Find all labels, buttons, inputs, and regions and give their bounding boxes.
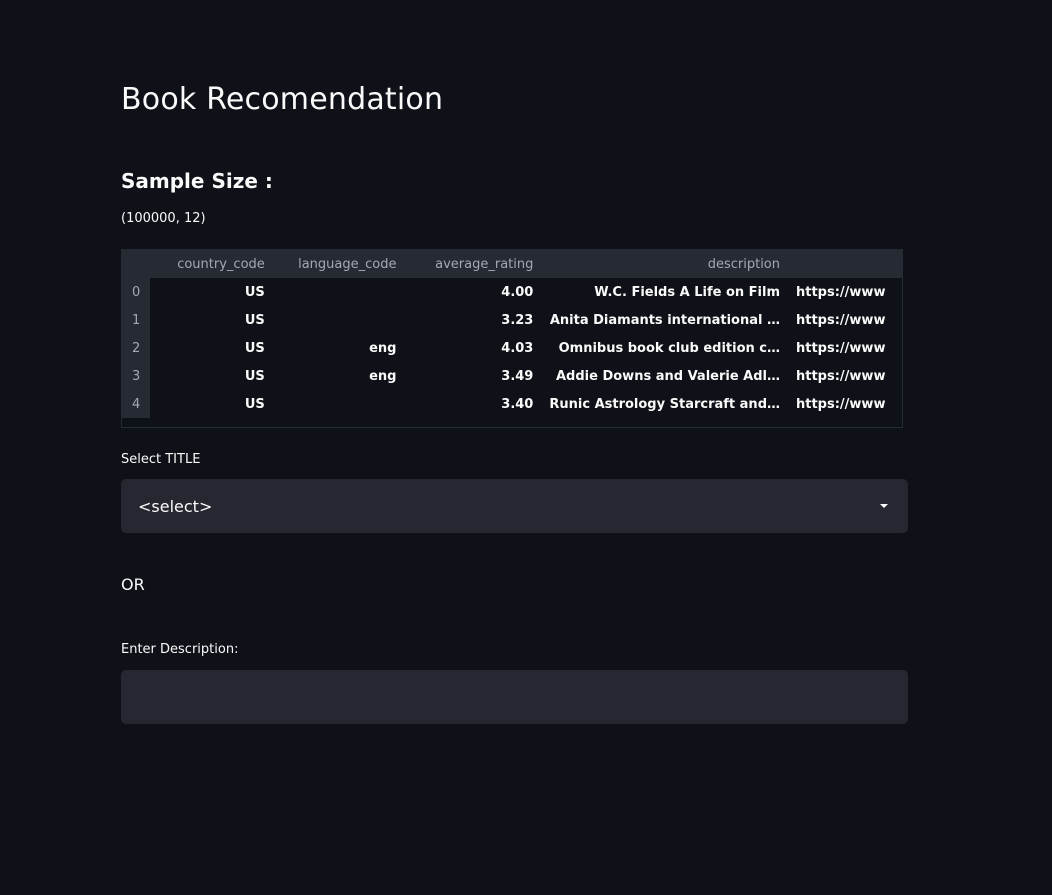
column-header-average-rating[interactable]: average_rating <box>404 250 542 278</box>
table-row: 2 US eng 4.03 Omnibus book club edition … <box>122 334 902 362</box>
table-row: 0 US 4.00 W.C. Fields A Life on Film htt… <box>122 278 902 306</box>
cell-average-rating[interactable]: 3.40 <box>404 390 541 418</box>
cell-country-code[interactable]: US <box>150 334 273 362</box>
table-header-row: country_code language_code average_ratin… <box>122 250 902 278</box>
dataframe-table[interactable]: country_code language_code average_ratin… <box>121 249 903 428</box>
cell-language-code[interactable] <box>273 306 405 334</box>
cell-description[interactable]: W.C. Fields A Life on Film <box>541 278 788 306</box>
cell-url[interactable]: https://www <box>788 362 902 390</box>
column-header-description[interactable]: description <box>541 250 788 278</box>
cell-url[interactable]: https://www <box>788 306 902 334</box>
cell-average-rating[interactable]: 4.00 <box>404 278 541 306</box>
row-index: 0 <box>122 278 151 306</box>
cell-country-code[interactable]: US <box>150 278 273 306</box>
row-index: 3 <box>122 362 151 390</box>
table-row: 4 US 3.40 Runic Astrology Starcraft and…… <box>122 390 902 418</box>
page-title: Book Recomendation <box>121 82 444 117</box>
title-select[interactable]: <select> <box>121 479 908 533</box>
cell-language-code[interactable]: eng <box>273 334 405 362</box>
row-index: 2 <box>122 334 151 362</box>
cell-description[interactable]: Anita Diamants international … <box>541 306 788 334</box>
cell-language-code[interactable] <box>273 278 405 306</box>
column-header-language-code[interactable]: language_code <box>272 250 405 278</box>
title-select-value: <select> <box>138 497 213 516</box>
cell-average-rating[interactable]: 3.49 <box>404 362 541 390</box>
sample-size-heading: Sample Size : <box>121 169 273 193</box>
chevron-down-icon[interactable] <box>880 504 888 508</box>
cell-language-code[interactable] <box>273 390 405 418</box>
cell-url[interactable]: https://www <box>788 390 902 418</box>
description-input-label: Enter Description: <box>121 642 239 657</box>
cell-url[interactable]: https://www <box>788 334 902 362</box>
sample-shape-text: (100000, 12) <box>121 211 206 226</box>
table-row: 3 US eng 3.49 Addie Downs and Valerie Ad… <box>122 362 902 390</box>
row-index: 1 <box>122 306 151 334</box>
cell-country-code[interactable]: US <box>150 362 273 390</box>
cell-country-code[interactable]: US <box>150 390 273 418</box>
table-row: 1 US 3.23 Anita Diamants international …… <box>122 306 902 334</box>
cell-description[interactable]: Omnibus book club edition c… <box>541 334 788 362</box>
cell-average-rating[interactable]: 3.23 <box>404 306 541 334</box>
cell-description[interactable]: Runic Astrology Starcraft and… <box>541 390 788 418</box>
column-header-country-code[interactable]: country_code <box>150 250 273 278</box>
cell-description[interactable]: Addie Downs and Valerie Adl… <box>541 362 788 390</box>
cell-average-rating[interactable]: 4.03 <box>404 334 541 362</box>
cell-country-code[interactable]: US <box>150 306 273 334</box>
cell-language-code[interactable]: eng <box>273 362 405 390</box>
column-header-url[interactable] <box>788 250 902 278</box>
row-index: 4 <box>122 390 151 418</box>
cell-url[interactable]: https://www <box>788 278 902 306</box>
description-input[interactable] <box>121 670 908 724</box>
or-separator: OR <box>121 575 145 594</box>
index-header <box>122 250 151 278</box>
select-title-label: Select TITLE <box>121 452 201 467</box>
